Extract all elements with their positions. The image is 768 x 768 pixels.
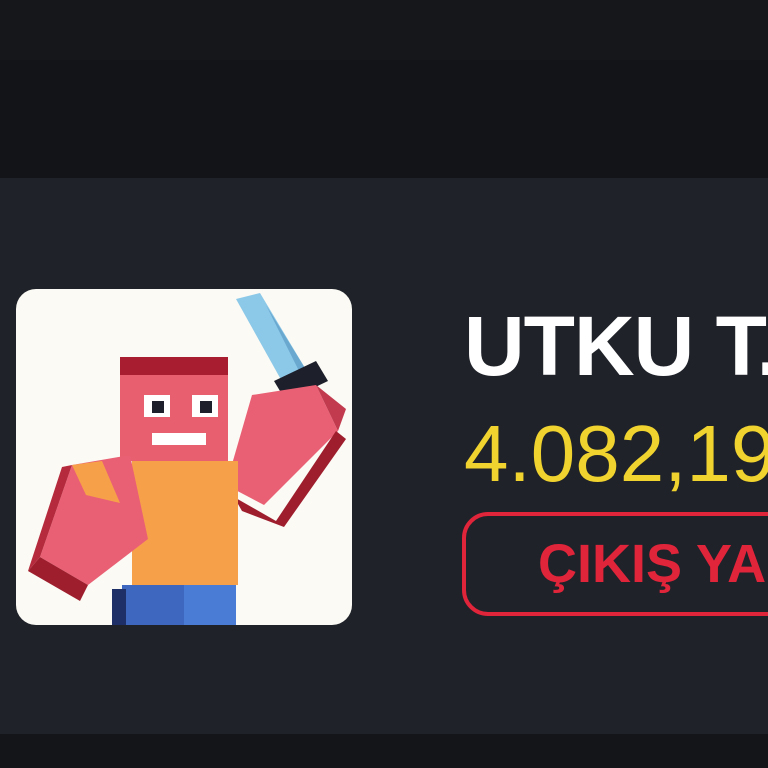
top-bar — [0, 0, 768, 178]
bottom-strip — [0, 734, 768, 768]
username: UTKU T. — [464, 299, 768, 393]
user-info: UTKU T. 4.082,19 ÇIKIŞ YAP — [462, 290, 768, 630]
logout-button[interactable]: ÇIKIŞ YAP — [462, 512, 768, 616]
blocky-character-sword-icon — [28, 293, 346, 625]
balance-amount: 4.082,19 — [464, 409, 768, 498]
user-avatar[interactable] — [16, 289, 352, 625]
